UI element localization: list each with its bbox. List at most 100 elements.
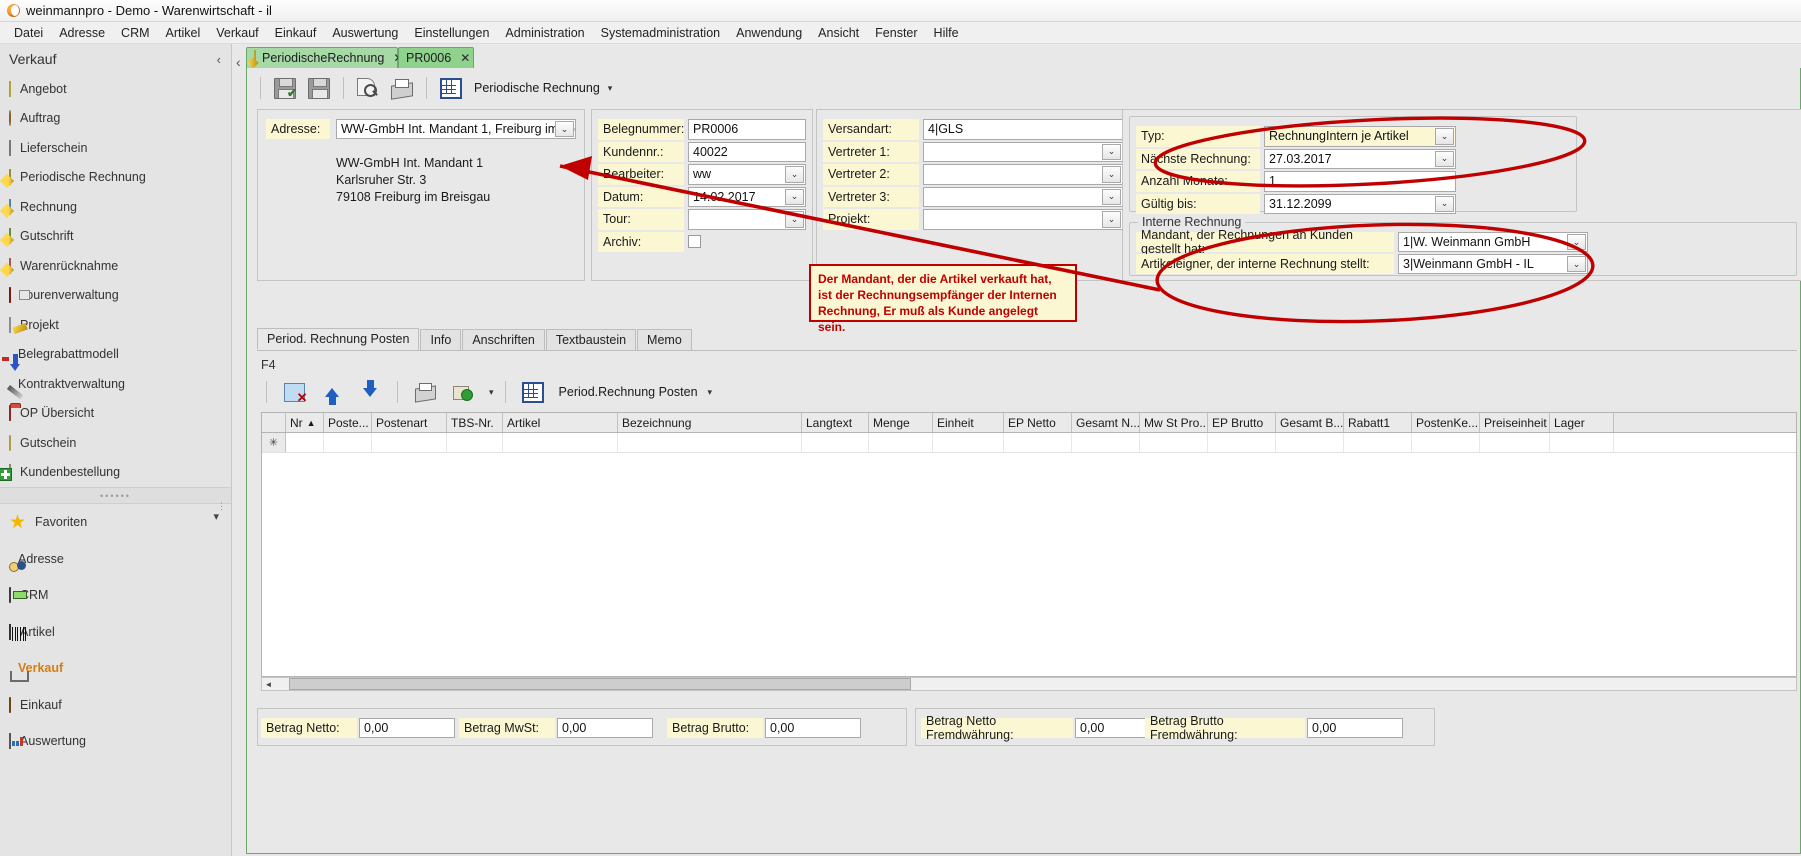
internal-input-0[interactable]: 1|W. Weinmann GmbH ⌄ bbox=[1398, 232, 1588, 252]
grid-column-header-einheit[interactable]: Einheit bbox=[933, 413, 1004, 432]
lower-tab-info[interactable]: Info bbox=[420, 329, 462, 350]
internal-input-1[interactable]: 3|Weinmann GmbH - IL ⌄ bbox=[1398, 254, 1588, 274]
field-input-vertreter-3[interactable]: ⌄ bbox=[923, 186, 1123, 207]
sidebar-item-lieferschein[interactable]: Lieferschein bbox=[0, 133, 231, 163]
table-row[interactable]: ✳ bbox=[262, 433, 1796, 453]
field-input-tour[interactable]: ⌄ bbox=[688, 209, 806, 230]
field-input-gültig-bis[interactable]: 31.12.2099 ⌄ bbox=[1264, 193, 1456, 214]
sidebar-item-kundenbestellung[interactable]: Kundenbestellung bbox=[0, 458, 231, 488]
sidebar-group-auswertung[interactable]: Auswertung bbox=[0, 723, 231, 760]
grid-cell[interactable] bbox=[933, 433, 1004, 452]
field-input-nächste-rechnung[interactable]: 27.03.2017 ⌄ bbox=[1264, 148, 1456, 169]
sidebar-overflow-dots[interactable]: ⋮ bbox=[217, 502, 226, 511]
chevron-down-icon[interactable]: ⌄ bbox=[1567, 256, 1586, 272]
grid-column-header-bezeichnung[interactable]: Bezeichnung bbox=[618, 413, 802, 432]
grid-column-header-ep-brutto[interactable]: EP Brutto bbox=[1208, 413, 1276, 432]
grid-cell[interactable] bbox=[1208, 433, 1276, 452]
field-input-anzahl-monate[interactable]: 1 bbox=[1264, 171, 1456, 192]
sidebar-item-op-bersicht[interactable]: OP Übersicht bbox=[0, 399, 231, 429]
tab-close-icon[interactable]: ✕ bbox=[457, 51, 470, 65]
grid-cell[interactable] bbox=[1072, 433, 1140, 452]
menu-item-datei[interactable]: Datei bbox=[6, 24, 51, 42]
chevron-down-icon[interactable]: ⌄ bbox=[1102, 143, 1121, 160]
total-fx-value-1[interactable]: 0,00 bbox=[1307, 718, 1403, 738]
grid-column-header-lager[interactable]: Lager bbox=[1550, 413, 1614, 432]
menu-item-systemadministration[interactable]: Systemadministration bbox=[593, 24, 729, 42]
print-preview-button[interactable] bbox=[353, 73, 383, 103]
grid-column-header-gesamt-b[interactable]: Gesamt B... bbox=[1276, 413, 1344, 432]
chevron-down-icon[interactable]: ⌄ bbox=[1102, 211, 1121, 228]
menu-item-crm[interactable]: CRM bbox=[113, 24, 157, 42]
sidebar-item-gutschein[interactable]: Gutschein bbox=[0, 428, 231, 458]
sidebar-item-periodische-rechnung[interactable]: Periodische Rechnung bbox=[0, 163, 231, 193]
grid-column-header-tbs-nr[interactable]: TBS-Nr. bbox=[447, 413, 503, 432]
chevron-down-icon[interactable]: ⌄ bbox=[1435, 195, 1454, 212]
grid-select-all-header[interactable] bbox=[262, 413, 286, 432]
tab-pr0006[interactable]: PR0006 ✕ bbox=[398, 47, 474, 68]
lower-tab-anschriften[interactable]: Anschriften bbox=[462, 329, 545, 350]
total-value-1[interactable]: 0,00 bbox=[557, 718, 653, 738]
menu-item-einkauf[interactable]: Einkauf bbox=[267, 24, 325, 42]
sidebar-item-tourenverwaltung[interactable]: Tourenverwaltung bbox=[0, 281, 231, 311]
save-button[interactable] bbox=[304, 73, 334, 103]
menu-item-hilfe[interactable]: Hilfe bbox=[926, 24, 967, 42]
print-button[interactable] bbox=[387, 73, 417, 103]
field-input-datum[interactable]: 14.02.2017 ⌄ bbox=[688, 186, 806, 207]
chevron-down-icon[interactable]: ⌄ bbox=[785, 166, 804, 183]
sidebar-splitter[interactable]: •••••• bbox=[0, 487, 231, 504]
menu-item-verkauf[interactable]: Verkauf bbox=[208, 24, 266, 42]
grid-view-button[interactable] bbox=[436, 73, 466, 103]
grid-cell[interactable] bbox=[1004, 433, 1072, 452]
total-value-0[interactable]: 0,00 bbox=[359, 718, 455, 738]
field-input-projekt[interactable]: ⌄ bbox=[923, 209, 1123, 230]
field-input-bearbeiter[interactable]: ww ⌄ bbox=[688, 164, 806, 185]
chevron-down-icon[interactable]: ⌄ bbox=[555, 121, 574, 137]
total-value-2[interactable]: 0,00 bbox=[765, 718, 861, 738]
tab-periodischerechnung[interactable]: PeriodischeRechnung ✕ bbox=[246, 47, 403, 68]
grid-view-button[interactable] bbox=[517, 377, 549, 407]
grid-cell[interactable] bbox=[1276, 433, 1344, 452]
field-checkbox-archiv[interactable] bbox=[688, 234, 701, 248]
sidebar-group-crm[interactable]: CRM bbox=[0, 577, 231, 614]
grid-column-header-langtext[interactable]: Langtext bbox=[802, 413, 869, 432]
grid-column-header-rabatt1[interactable]: Rabatt1 bbox=[1344, 413, 1412, 432]
menu-item-einstellungen[interactable]: Einstellungen bbox=[406, 24, 497, 42]
menu-item-adresse[interactable]: Adresse bbox=[51, 24, 113, 42]
sidebar-group-favoriten[interactable]: ★ Favoriten bbox=[0, 504, 231, 541]
grid-cell[interactable] bbox=[1480, 433, 1550, 452]
grid-cell[interactable] bbox=[802, 433, 869, 452]
field-input-vertreter-1[interactable]: ⌄ bbox=[923, 141, 1123, 162]
grid-horizontal-scrollbar[interactable]: ◄ bbox=[261, 677, 1797, 691]
grid-column-header-menge[interactable]: Menge bbox=[869, 413, 933, 432]
menu-item-ansicht[interactable]: Ansicht bbox=[810, 24, 867, 42]
scroll-left-arrow-icon[interactable]: ◄ bbox=[262, 678, 275, 690]
sidebar-item-gutschrift[interactable]: Gutschrift bbox=[0, 222, 231, 252]
grid-column-header-artikel[interactable]: Artikel bbox=[503, 413, 618, 432]
grid-cell[interactable] bbox=[503, 433, 618, 452]
menu-item-anwendung[interactable]: Anwendung bbox=[728, 24, 810, 42]
grid-cell[interactable] bbox=[1412, 433, 1480, 452]
sidebar-item-projekt[interactable]: Projekt bbox=[0, 310, 231, 340]
sidebar-item-rechnung[interactable]: Rechnung bbox=[0, 192, 231, 222]
chevron-down-icon[interactable]: ▾ bbox=[704, 387, 713, 398]
chevron-down-icon[interactable]: ▾ bbox=[485, 387, 494, 398]
grid-column-header-mw-st-pro[interactable]: Mw St Pro... bbox=[1140, 413, 1208, 432]
menu-item-administration[interactable]: Administration bbox=[497, 24, 592, 42]
chevron-down-icon[interactable]: ▾ bbox=[604, 83, 613, 94]
grid-column-header-nr[interactable]: Nr ▲ bbox=[286, 413, 324, 432]
chevron-down-icon[interactable]: ⌄ bbox=[1102, 188, 1121, 205]
view-selector-label[interactable]: Periodische Rechnung bbox=[470, 81, 600, 95]
grid-export-button[interactable] bbox=[447, 377, 479, 407]
grid-cell[interactable] bbox=[1344, 433, 1412, 452]
sidebar-item-auftrag[interactable]: Auftrag bbox=[0, 104, 231, 134]
workspace-collapse-icon[interactable]: ‹ bbox=[236, 54, 241, 70]
grid-print-button[interactable] bbox=[409, 377, 441, 407]
lower-tab-memo[interactable]: Memo bbox=[637, 329, 692, 350]
address-input[interactable]: WW-GmbH Int. Mandant 1, Freiburg im Brei… bbox=[336, 119, 576, 139]
grid-cell[interactable] bbox=[618, 433, 802, 452]
field-input-kundennr[interactable]: 40022 bbox=[688, 141, 806, 162]
grid-cell[interactable] bbox=[324, 433, 372, 452]
grid-cell[interactable] bbox=[1140, 433, 1208, 452]
chevron-down-icon[interactable]: ⌄ bbox=[785, 188, 804, 205]
chevron-down-icon[interactable]: ⌄ bbox=[1567, 234, 1586, 250]
